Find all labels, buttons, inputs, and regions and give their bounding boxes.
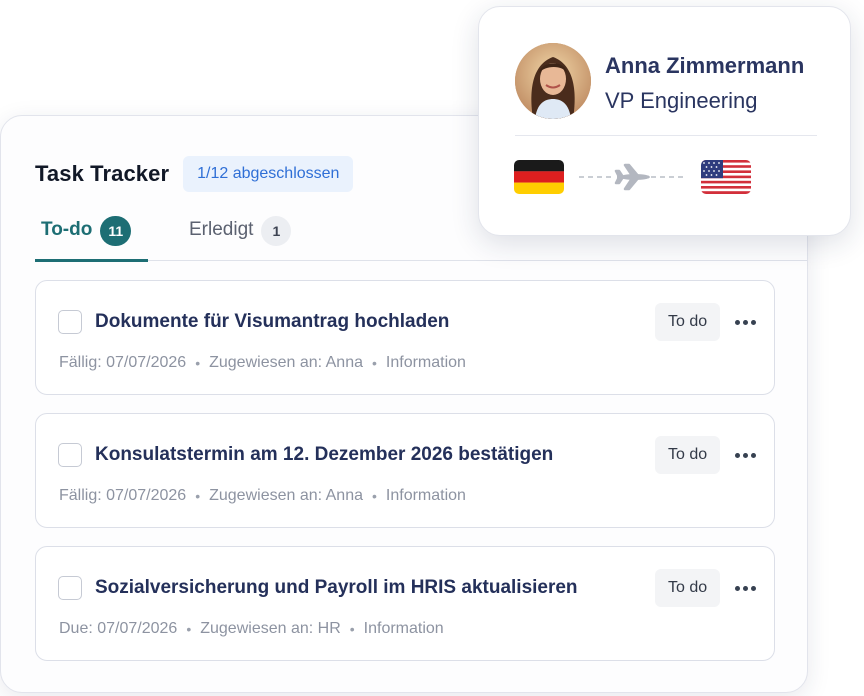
status-dropdown[interactable]: To do [655,569,721,607]
meta-separator: • [195,355,201,371]
task-due: Fällig: 07/07/2026 [59,354,187,371]
status-dropdown[interactable]: To do [655,436,721,474]
task-assignee: Zugewiesen an: Anna [209,354,363,371]
task-assignee: Zugewiesen an: HR [200,620,341,637]
meta-separator: • [186,621,192,637]
task-checkbox[interactable] [58,576,82,600]
task-due: Fällig: 07/07/2026 [59,487,187,504]
tab-todo-label: To-do [41,219,93,240]
more-options-icon[interactable] [729,574,761,602]
task-due: Due: 07/07/2026 [59,620,178,637]
germany-flag-icon [514,160,564,194]
airplane-icon [579,163,687,191]
meta-separator: • [349,621,355,637]
meta-separator: • [195,488,201,504]
task-category: Information [363,620,444,637]
tab-todo-count: 11 [100,216,132,246]
usa-flag-icon [701,160,751,194]
task-item: Dokumente für Visumantrag hochladen Fäll… [35,280,775,395]
task-item: Konsulatstermin am 12. Dezember 2026 bes… [35,413,775,528]
task-meta: Due: 07/07/2026 • Zugewiesen an: HR • In… [59,620,444,638]
task-item: Sozialversicherung und Payroll im HRIS a… [35,546,775,661]
divider [515,135,817,136]
tab-done-count: 1 [261,216,292,246]
meta-separator: • [372,355,377,371]
profile-card: Anna Zimmermann VP Engineering [478,6,851,236]
task-meta: Fällig: 07/07/2026 • Zugewiesen an: Anna… [59,487,466,505]
task-category: Information [385,487,466,504]
tab-done[interactable]: Erledigt 1 [189,211,292,261]
task-meta: Fällig: 07/07/2026 • Zugewiesen an: Anna… [59,354,466,372]
meta-separator: • [372,488,377,504]
more-options-icon[interactable] [729,441,761,469]
status-dropdown[interactable]: To do [655,303,721,341]
task-category: Information [385,354,466,371]
more-options-icon[interactable] [729,308,761,336]
profile-role: VP Engineering [605,88,758,113]
task-checkbox[interactable] [58,310,82,334]
profile-name: Anna Zimmermann [605,53,805,78]
task-title: Dokumente für Visumantrag hochladen [95,311,450,332]
progress-badge: 1/12 abgeschlossen [183,156,354,192]
avatar [515,43,591,119]
task-title: Sozialversicherung und Payroll im HRIS a… [95,577,578,598]
tracker-header: Task Tracker 1/12 abgeschlossen [35,156,354,192]
tab-todo[interactable]: To-do 11 [35,211,148,262]
task-assignee: Zugewiesen an: Anna [209,487,363,504]
tab-done-label: Erledigt [189,219,254,240]
task-title: Konsulatstermin am 12. Dezember 2026 bes… [95,444,554,465]
tracker-title: Task Tracker [35,161,170,186]
task-checkbox[interactable] [58,443,82,467]
